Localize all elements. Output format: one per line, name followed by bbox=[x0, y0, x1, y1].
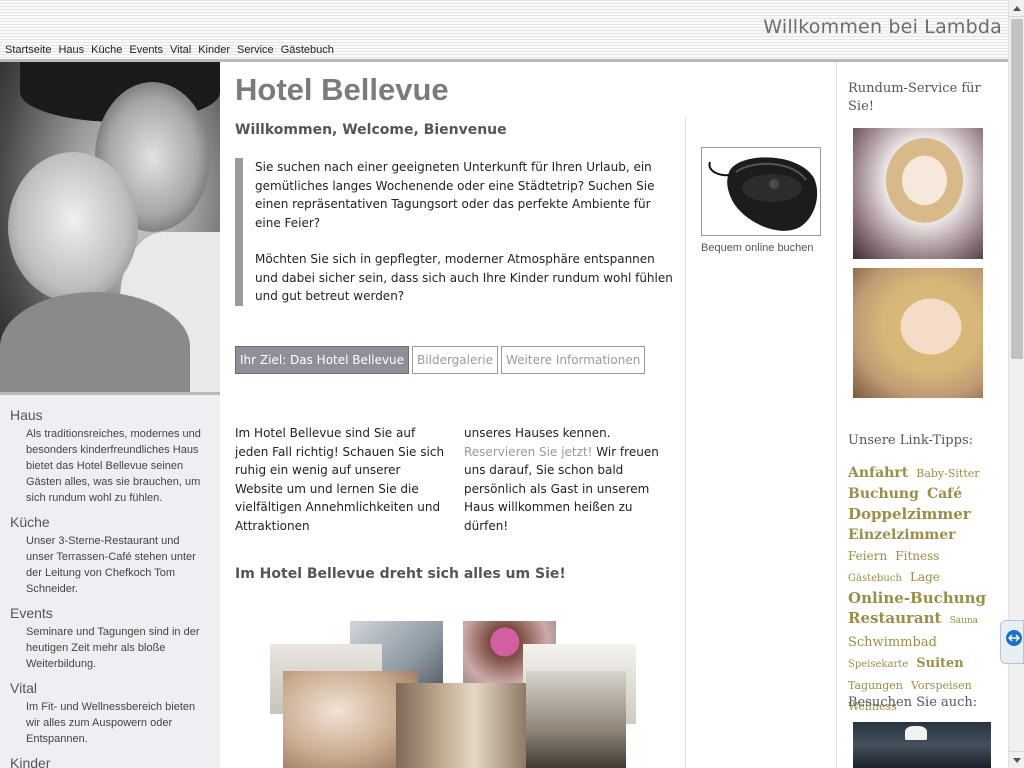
scroll-up-arrow-icon bbox=[1013, 6, 1021, 11]
remote-support-widget[interactable] bbox=[1000, 620, 1024, 664]
tag-link[interactable]: Sauna bbox=[950, 616, 979, 626]
wedding-photo bbox=[853, 128, 983, 259]
hero-couple-photo bbox=[0, 62, 220, 395]
text-column-2: unseres Hauses kennen. Reservieren Sie j… bbox=[464, 424, 675, 535]
tag-link[interactable]: Restaurant bbox=[848, 609, 941, 627]
nav-startseite[interactable]: Startseite bbox=[5, 44, 51, 56]
nav-vital[interactable]: Vital bbox=[170, 44, 191, 56]
photo-collage bbox=[270, 621, 640, 768]
right-sidebar: Rundum-Service für Sie! Unsere Link-Tipp… bbox=[836, 62, 1008, 768]
page-subtitle: Willkommen, Welcome, Bienvenue bbox=[235, 122, 507, 138]
tab-weitere-informationen[interactable]: Weitere Informationen bbox=[501, 346, 646, 374]
section-text-haus: Als traditionsreiches, modernes und beso… bbox=[26, 428, 201, 504]
content-divider bbox=[685, 118, 686, 768]
tag-link[interactable]: Doppelzimmer bbox=[848, 505, 971, 523]
nav-kueche[interactable]: Küche bbox=[91, 44, 122, 56]
section-text-events: Seminare und Tagungen sind in der heutig… bbox=[26, 626, 200, 670]
intro-quote: Sie suchen nach einer geeigneten Unterku… bbox=[235, 158, 675, 306]
tag-link[interactable]: Anfahrt bbox=[848, 465, 908, 481]
section-summary-list: Haus Als traditionsreiches, modernes und… bbox=[0, 395, 220, 768]
nav-events[interactable]: Events bbox=[129, 44, 163, 56]
tag-link[interactable]: Café bbox=[927, 486, 962, 502]
service-title: Rundum-Service für Sie! bbox=[848, 81, 981, 114]
tag-link[interactable]: Baby-Sitter bbox=[916, 467, 979, 480]
left-sidebar: Haus Als traditionsreiches, modernes und… bbox=[0, 62, 220, 768]
section-heading: Im Hotel Bellevue dreht sich alles um Si… bbox=[235, 566, 566, 582]
header-welcome-text: Willkommen bei Lambda bbox=[763, 16, 1002, 38]
collage-photo-meeting bbox=[526, 671, 626, 768]
section-kinder: Kinder bbox=[10, 755, 210, 768]
computer-mouse-icon bbox=[702, 148, 820, 235]
section-haus: Haus Als traditionsreiches, modernes und… bbox=[10, 407, 210, 506]
section-kueche: Küche Unser 3-Sterne-Restaurant und unse… bbox=[10, 514, 210, 597]
tag-cloud: Anfahrt Baby-Sitter Buchung Café Doppelz… bbox=[848, 462, 998, 716]
nav-gaestebuch[interactable]: Gästebuch bbox=[281, 44, 334, 56]
collage-photo-mirror bbox=[396, 683, 526, 768]
section-vital: Vital Im Fit- und Wellnessbereich bieten… bbox=[10, 680, 210, 747]
col2-text-before: unseres Hauses kennen. bbox=[464, 426, 611, 440]
mouse-photo bbox=[701, 147, 821, 236]
section-events: Events Seminare und Tagungen sind in der… bbox=[10, 605, 210, 672]
scroll-down-button[interactable] bbox=[1009, 751, 1024, 768]
section-title-events[interactable]: Events bbox=[10, 605, 210, 621]
site-header: Willkommen bei Lambda Startseite Haus Kü… bbox=[0, 0, 1008, 62]
tab-bildergalerie[interactable]: Bildergalerie bbox=[412, 346, 499, 374]
tag-link[interactable]: Lage bbox=[910, 570, 940, 584]
tag-link[interactable]: Gästebuch bbox=[848, 573, 902, 584]
link-tips-title: Unsere Link-Tipps: bbox=[848, 433, 973, 448]
scrollbar-thumb[interactable] bbox=[1011, 19, 1023, 359]
chef-hat-shape bbox=[905, 726, 927, 740]
reserve-link[interactable]: Reservieren Sie jetzt! bbox=[464, 445, 592, 459]
top-navigation: Startseite Haus Küche Events Vital Kinde… bbox=[5, 44, 341, 56]
woman-mirror-photo bbox=[853, 268, 983, 398]
visit-title: Besuchen Sie auch: bbox=[848, 695, 978, 710]
tag-link[interactable]: Fitness bbox=[895, 549, 939, 563]
section-text-kueche: Unser 3-Sterne-Restaurant und unser Terr… bbox=[26, 535, 196, 595]
tab-hotel-bellevue[interactable]: Ihr Ziel: Das Hotel Bellevue bbox=[235, 346, 410, 374]
page-title: Hotel Bellevue bbox=[235, 72, 449, 107]
booking-teaser[interactable]: Bequem online buchen bbox=[701, 147, 821, 254]
nav-kinder[interactable]: Kinder bbox=[198, 44, 230, 56]
tag-link[interactable]: Schwimmbad bbox=[848, 635, 937, 650]
nav-service[interactable]: Service bbox=[237, 44, 274, 56]
section-title-haus[interactable]: Haus bbox=[10, 407, 210, 423]
section-text-vital: Im Fit- und Wellnessbereich bieten wir a… bbox=[26, 701, 196, 745]
tag-link[interactable]: Suiten bbox=[916, 656, 964, 671]
tag-link[interactable]: Tagungen bbox=[848, 679, 903, 692]
intro-text-columns: Im Hotel Bellevue sind Sie auf jeden Fal… bbox=[235, 424, 675, 535]
scroll-down-arrow-icon bbox=[1013, 758, 1021, 763]
nav-haus[interactable]: Haus bbox=[58, 44, 84, 56]
remote-support-icon bbox=[1006, 630, 1022, 646]
text-column-1: Im Hotel Bellevue sind Sie auf jeden Fal… bbox=[235, 426, 445, 533]
intro-paragraph-2: Möchten Sie sich in gepflegter, moderner… bbox=[255, 252, 673, 303]
chef-photo bbox=[853, 722, 991, 768]
tag-link[interactable]: Feiern bbox=[848, 549, 887, 563]
booking-caption[interactable]: Bequem online buchen bbox=[701, 242, 821, 254]
tag-link[interactable]: Speisekarte bbox=[848, 659, 908, 670]
section-title-vital[interactable]: Vital bbox=[10, 680, 210, 696]
tag-link[interactable]: Online-Buchung bbox=[848, 589, 986, 607]
tag-link[interactable]: Einzelzimmer bbox=[848, 527, 956, 543]
intro-paragraph-1: Sie suchen nach einer geeigneten Unterku… bbox=[255, 160, 655, 230]
tag-link[interactable]: Vorspeisen bbox=[911, 679, 972, 692]
content-tabs: Ihr Ziel: Das Hotel Bellevue Bildergaler… bbox=[235, 346, 646, 374]
section-title-kueche[interactable]: Küche bbox=[10, 514, 210, 530]
section-title-kinder[interactable]: Kinder bbox=[10, 755, 210, 768]
scroll-up-button[interactable] bbox=[1009, 0, 1024, 17]
tag-link[interactable]: Buchung bbox=[848, 486, 919, 502]
